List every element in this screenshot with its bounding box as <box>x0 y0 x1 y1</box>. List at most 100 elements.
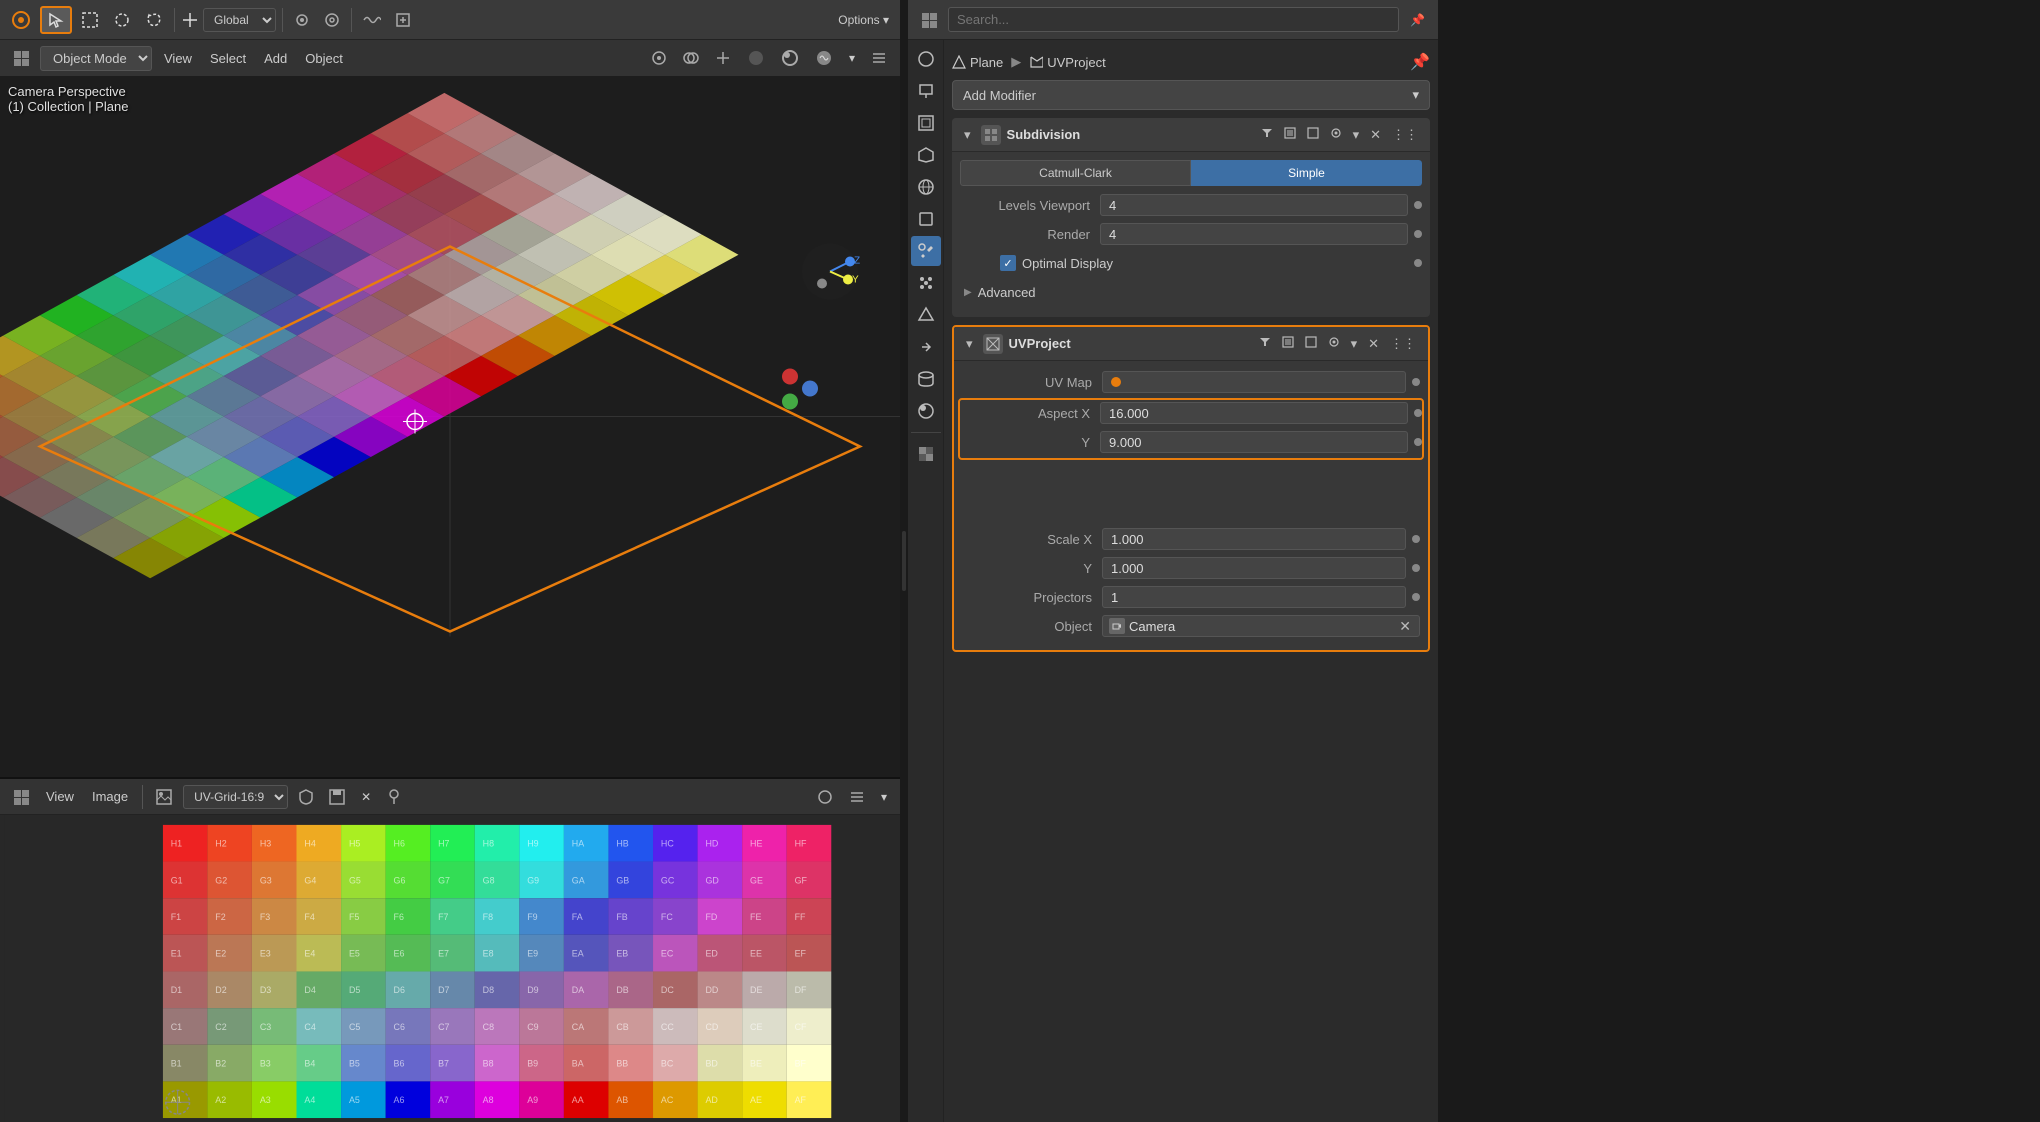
subdivision-expand-btn[interactable]: ▾ <box>960 125 975 145</box>
uvproject-expand-btn[interactable]: ▾ <box>962 334 977 354</box>
scale-y-value[interactable]: 1.000 <box>1102 557 1406 579</box>
svg-text:FF: FF <box>795 912 806 922</box>
props-viewlayer-btn[interactable] <box>911 108 941 138</box>
render-dot <box>1414 230 1422 238</box>
subdivision-dots-btn[interactable]: ⋮⋮ <box>1388 125 1422 145</box>
levels-viewport-value[interactable]: 4 <box>1100 194 1408 216</box>
uv-shield-btn[interactable] <box>294 786 318 808</box>
scale-x-value[interactable]: 1.000 <box>1102 528 1406 550</box>
viewport-shading-solid-btn[interactable] <box>742 46 770 70</box>
uvproject-viewport-btn[interactable] <box>1301 334 1321 353</box>
projectors-value[interactable]: 1 <box>1102 586 1406 608</box>
svg-text:C3: C3 <box>260 1022 271 1032</box>
props-physics-btn[interactable] <box>911 300 941 330</box>
props-world-btn[interactable] <box>911 172 941 202</box>
viewport-mode-icon[interactable] <box>8 47 34 69</box>
svg-text:E4: E4 <box>304 949 315 959</box>
blender-menu-btn[interactable] <box>6 7 36 33</box>
subdivision-body: Catmull-Clark Simple Levels Viewport 4 R… <box>952 152 1430 317</box>
svg-text:F3: F3 <box>260 912 270 922</box>
uv-more-btn[interactable] <box>844 786 870 808</box>
viewport-shading-material-btn[interactable] <box>776 46 804 70</box>
right-pin-btn[interactable]: 📌 <box>1405 10 1430 30</box>
optimal-display-checkbox[interactable]: ✓ <box>1000 255 1016 271</box>
props-render-btn[interactable] <box>911 44 941 74</box>
right-panel-mode-btn[interactable] <box>916 9 942 31</box>
props-material-btn[interactable] <box>911 396 941 426</box>
aspect-y-num: 9.000 <box>1109 435 1142 450</box>
search-input[interactable] <box>948 7 1399 32</box>
viewport-shading-dropdown[interactable]: ▾ <box>844 48 860 68</box>
props-particles-btn[interactable] <box>911 268 941 298</box>
wave-btn[interactable] <box>358 11 386 29</box>
subdivision-filter-btn[interactable] <box>1257 125 1277 144</box>
viewport-shading-rendered-btn[interactable] <box>810 46 838 70</box>
advanced-section-header[interactable]: ▶ Advanced <box>960 279 1422 305</box>
simple-btn[interactable]: Simple <box>1191 160 1422 186</box>
object-mode-dropdown[interactable]: Object Mode <box>40 46 152 71</box>
catmull-clark-btn[interactable]: Catmull-Clark <box>960 160 1191 186</box>
uv-image-icon[interactable] <box>151 786 177 808</box>
svg-text:A5: A5 <box>349 1095 360 1105</box>
props-data-btn[interactable] <box>911 364 941 394</box>
select-tool-btn[interactable] <box>40 6 72 34</box>
object-close-btn[interactable]: ✕ <box>1397 618 1413 635</box>
uv-pin-btn[interactable] <box>382 786 406 808</box>
subdivision-dropdown-btn[interactable]: ▾ <box>1349 125 1364 145</box>
uv-grid-canvas[interactable]: H1 H2 H3 H4 H5 H6 H7 H8 H9 HA HB HC HD H… <box>0 815 900 1122</box>
subdivision-viewport-btn[interactable] <box>1303 125 1323 144</box>
viewport-canvas[interactable]: Z Y Camera Perspective (1) Collection | … <box>0 76 900 777</box>
viewport-more-btn[interactable] <box>866 47 892 69</box>
props-scene-btn[interactable] <box>911 140 941 170</box>
subdivision-render-btn[interactable] <box>1280 125 1300 144</box>
breadcrumb-pin-btn[interactable]: 📌 <box>1410 52 1430 72</box>
render-value[interactable]: 4 <box>1100 223 1408 245</box>
svg-text:B8: B8 <box>483 1059 494 1069</box>
props-constraints-btn[interactable] <box>911 332 941 362</box>
uvproject-dots-btn[interactable]: ⋮⋮ <box>1386 334 1420 354</box>
options-btn[interactable]: Options ▾ <box>833 10 894 30</box>
viewport-render-icon[interactable] <box>646 47 672 69</box>
uvproject-render-btn[interactable] <box>1278 334 1298 353</box>
props-texture-btn[interactable] <box>911 439 941 469</box>
modifier-btn[interactable] <box>390 9 416 31</box>
projectors-label: Projectors <box>962 590 1102 605</box>
uv-render-icon[interactable] <box>812 786 838 808</box>
props-modifier-btn[interactable] <box>911 236 941 266</box>
uv-dropdown-btn[interactable]: ▾ <box>876 787 892 807</box>
viewport-overlay-icon[interactable] <box>678 47 704 69</box>
uv-image-btn[interactable]: Image <box>86 786 134 807</box>
uvproject-camera-btn[interactable] <box>1324 334 1344 353</box>
aspect-y-value[interactable]: 9.000 <box>1100 431 1408 453</box>
svg-text:G5: G5 <box>349 875 361 885</box>
select-menu-btn[interactable]: Select <box>204 48 252 69</box>
transform-dropdown[interactable]: Global Local Normal <box>203 8 276 32</box>
uvproject-dropdown-btn[interactable]: ▾ <box>1347 334 1362 354</box>
uv-close-btn[interactable]: ✕ <box>356 787 376 807</box>
props-object-btn[interactable] <box>911 204 941 234</box>
snap-btn[interactable] <box>289 9 315 31</box>
object-field[interactable]: Camera ✕ <box>1102 615 1420 637</box>
view-menu-btn[interactable]: View <box>158 48 198 69</box>
uv-view-btn[interactable]: View <box>40 786 80 807</box>
object-menu-btn[interactable]: Object <box>299 48 349 69</box>
aspect-x-value[interactable]: 16.000 <box>1100 402 1408 424</box>
svg-text:ED: ED <box>706 949 718 959</box>
box-select-btn[interactable] <box>76 8 104 32</box>
uv-editor-mode-btn[interactable] <box>8 786 34 808</box>
uv-save-btn[interactable] <box>324 786 350 808</box>
add-menu-btn[interactable]: Add <box>258 48 293 69</box>
add-modifier-btn[interactable]: Add Modifier ▾ <box>952 80 1430 110</box>
viewport-gizmo-icon[interactable] <box>710 47 736 69</box>
proportional-btn[interactable] <box>319 9 345 31</box>
subdivision-camera-btn[interactable] <box>1326 125 1346 144</box>
uv-map-value[interactable] <box>1102 371 1406 393</box>
props-output-btn[interactable] <box>911 76 941 106</box>
subdivision-close-btn[interactable]: ✕ <box>1366 125 1385 145</box>
svg-text:C1: C1 <box>171 1022 182 1032</box>
lasso-select-btn[interactable] <box>140 8 168 32</box>
uv-image-select[interactable]: UV-Grid-16:9 <box>183 785 288 809</box>
circle-select-btn[interactable] <box>108 8 136 32</box>
uvproject-filter-btn[interactable] <box>1255 334 1275 353</box>
uvproject-close-btn[interactable]: ✕ <box>1364 334 1383 354</box>
